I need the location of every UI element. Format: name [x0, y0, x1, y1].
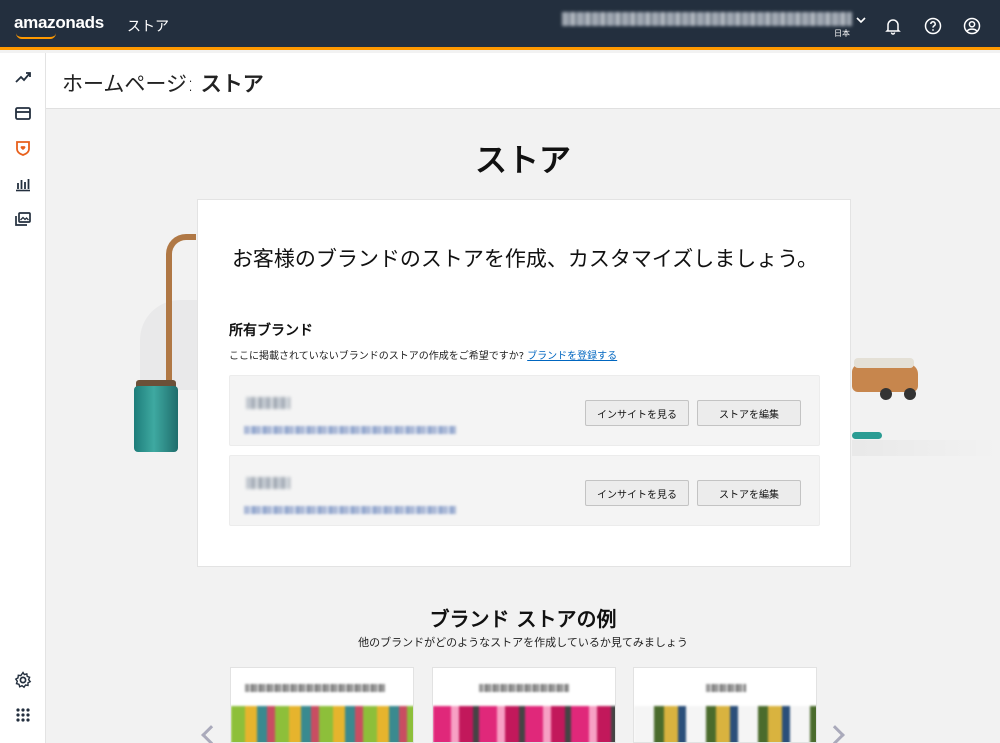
profile-icon[interactable]	[963, 17, 981, 35]
edit-store-button[interactable]: ストアを編集	[697, 480, 801, 506]
amazon-ads-logo[interactable]: amazonads	[14, 13, 104, 39]
decor-surfboard	[852, 432, 882, 439]
owned-brands-subtext: ここに掲載されていないブランドのストアの作成をご希望ですか? ブランドを登録する	[229, 347, 617, 362]
example-store-image	[433, 706, 615, 742]
bar-chart-icon[interactable]	[13, 174, 33, 194]
brand-url[interactable]	[244, 426, 456, 434]
account-country: 日本	[834, 29, 850, 38]
example-store-header	[706, 684, 746, 692]
help-icon[interactable]	[924, 17, 942, 35]
wallet-icon[interactable]	[13, 103, 33, 123]
example-store-header	[245, 684, 385, 692]
page-title: ホームページ: ストア	[62, 68, 264, 98]
example-store-image	[634, 706, 816, 742]
examples-subtitle: 他のブランドがどのようなストアを作成しているか見てみましょう	[358, 636, 688, 649]
example-store-card[interactable]	[633, 667, 817, 743]
view-insights-button[interactable]: インサイトを見る	[585, 400, 689, 426]
decor-lamp-stand	[166, 234, 196, 384]
account-selector[interactable]	[562, 12, 852, 26]
page-header: ホームページ: ストア	[46, 53, 1000, 109]
brand-url[interactable]	[244, 506, 456, 514]
brand-name	[246, 477, 290, 489]
decor-jar	[134, 386, 178, 452]
bell-icon[interactable]	[884, 17, 902, 35]
hero-title: ストア	[474, 141, 571, 179]
view-insights-button[interactable]: インサイトを見る	[585, 480, 689, 506]
examples-title: ブランド ストアの例	[429, 607, 617, 631]
brand-row: インサイトを見る ストアを編集	[229, 375, 820, 446]
chevron-down-icon[interactable]	[856, 16, 866, 27]
brand-name	[246, 397, 290, 409]
settings-icon[interactable]	[13, 670, 33, 690]
store-icon[interactable]	[13, 138, 33, 158]
carousel-next-icon[interactable]	[825, 725, 845, 743]
owned-brands-question: ここに掲載されていないブランドのストアの作成をご希望ですか?	[229, 351, 528, 362]
owned-brands-heading: 所有ブランド	[229, 323, 313, 339]
page-title-bold: ストア	[200, 72, 264, 96]
brand-row: インサイトを見る ストアを編集	[229, 455, 820, 526]
app-name[interactable]: ストア	[127, 16, 169, 36]
edit-store-button[interactable]: ストアを編集	[697, 400, 801, 426]
register-brand-link[interactable]: ブランドを登録する	[527, 351, 617, 362]
example-store-header	[479, 684, 569, 692]
logo-smile-icon	[16, 33, 56, 39]
page-title-prefix: ホームページ:	[62, 72, 201, 96]
left-nav	[0, 53, 46, 743]
trend-icon[interactable]	[13, 67, 33, 87]
decor-shadow	[852, 440, 1000, 456]
example-store-image	[231, 706, 413, 742]
carousel-prev-icon[interactable]	[201, 725, 221, 743]
example-store-card[interactable]	[230, 667, 414, 743]
media-library-icon[interactable]	[13, 209, 33, 229]
store-brands-card: お客様のブランドのストアを作成、カスタマイズしましょう。 所有ブランド ここに掲…	[197, 199, 851, 567]
logo-text: amazonads	[14, 13, 104, 32]
example-store-card[interactable]	[432, 667, 616, 743]
apps-grid-icon[interactable]	[13, 705, 33, 725]
decor-toy-car	[852, 358, 918, 400]
card-headline: お客様のブランドのストアを作成、カスタマイズしましょう。	[231, 247, 819, 271]
top-bar: amazonads ストア 日本	[0, 0, 1000, 50]
